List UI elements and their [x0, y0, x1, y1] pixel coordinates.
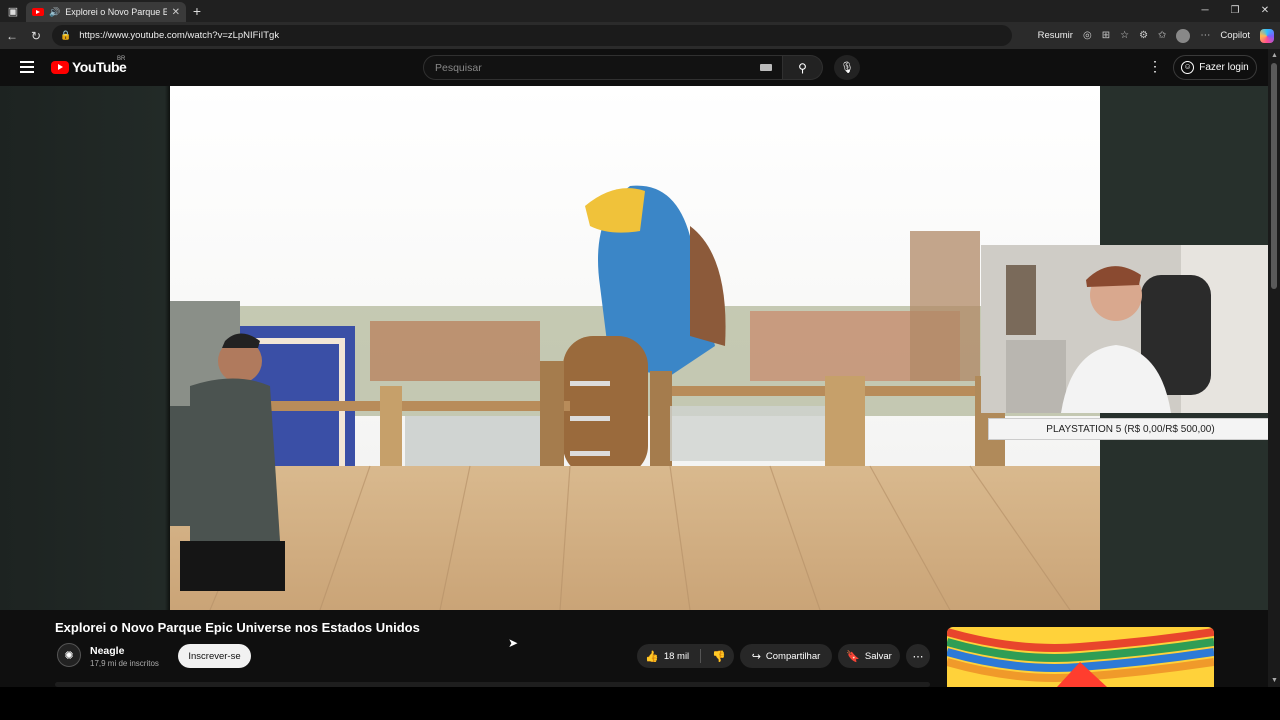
- goal-badge: PLAYSTATION 5 (R$ 0,00/R$ 500,00): [988, 418, 1273, 440]
- scroll-up-icon[interactable]: ▲: [1271, 52, 1278, 59]
- more-horizontal-icon: ⋯: [912, 650, 924, 663]
- url-field[interactable]: 🔒 https://www.youtube.com/watch?v=zLpNIF…: [52, 25, 1012, 46]
- video-title: Explorei o Novo Parque Epic Universe nos…: [55, 620, 420, 635]
- browser-tab[interactable]: 🔊 Explorei o Novo Parque Epic ✕: [26, 2, 186, 22]
- browser-tab-bar: ▣ 🔊 Explorei o Novo Parque Epic ✕ + ─ ❐ …: [0, 0, 1280, 22]
- copilot-icon[interactable]: [1260, 28, 1274, 43]
- country-code: BR: [117, 56, 126, 62]
- reader-icon[interactable]: ◎: [1083, 30, 1092, 41]
- extensions-icon[interactable]: ⚙: [1139, 30, 1148, 41]
- video-player[interactable]: [170, 86, 1100, 610]
- menu-hamburger-icon[interactable]: [20, 61, 34, 73]
- subscribe-button[interactable]: Inscrever-se: [178, 644, 251, 668]
- save-label: Salvar: [864, 650, 892, 662]
- apps-icon[interactable]: ⊞: [1102, 30, 1110, 41]
- bookmark-icon: 🔖: [846, 650, 860, 663]
- search-button[interactable]: ⚲: [783, 55, 823, 80]
- close-tab-icon[interactable]: ✕: [172, 7, 180, 18]
- settings-kebab-icon[interactable]: ⋮: [1148, 58, 1162, 75]
- address-bar-row: ← ↻ 🔒 https://www.youtube.com/watch?v=zL…: [0, 22, 1280, 49]
- window-controls: ─ ❐ ✕: [1190, 0, 1280, 22]
- like-divider: [700, 649, 702, 663]
- webcam-overlay: [981, 245, 1280, 413]
- restore-icon[interactable]: ❐: [1220, 0, 1250, 22]
- browser-menu-icon[interactable]: ⋯: [1200, 30, 1210, 41]
- like-count[interactable]: 18 mil: [664, 651, 689, 662]
- new-tab-button[interactable]: +: [186, 3, 208, 19]
- favorites-icon[interactable]: ✩: [1158, 30, 1166, 41]
- search-input[interactable]: Pesquisar: [423, 55, 783, 80]
- profile-avatar-icon[interactable]: [1176, 28, 1191, 43]
- search-icon: ⚲: [798, 60, 807, 75]
- lock-icon[interactable]: 🔒: [60, 30, 71, 41]
- search-placeholder: Pesquisar: [435, 61, 482, 74]
- tab-title: Explorei o Novo Parque Epic: [65, 7, 167, 17]
- video-frame-image: [170, 86, 1100, 610]
- scrollbar-thumb[interactable]: [1271, 63, 1277, 289]
- close-window-icon[interactable]: ✕: [1250, 0, 1280, 22]
- webcam-image: [981, 245, 1280, 413]
- share-button[interactable]: ↪ Compartilhar: [740, 644, 832, 668]
- channel-name[interactable]: Neagle: [90, 645, 124, 657]
- url-text: https://www.youtube.com/watch?v=zLpNIFiI…: [79, 30, 280, 41]
- summarize-button[interactable]: Resumir: [1038, 30, 1073, 41]
- like-icon[interactable]: 👍: [645, 650, 659, 663]
- login-label: Fazer login: [1199, 62, 1249, 73]
- youtube-favicon-icon: [32, 8, 44, 16]
- tab-actions-icon[interactable]: ▣: [0, 0, 26, 22]
- youtube-header: YouTube BR Pesquisar ⚲ 🎙 ⋮ ☺ Fazer login: [0, 49, 1268, 86]
- keyboard-icon[interactable]: [760, 64, 772, 71]
- copilot-button[interactable]: Copilot: [1220, 30, 1250, 41]
- share-label: Compartilhar: [765, 650, 821, 662]
- youtube-logo[interactable]: YouTube BR: [51, 56, 127, 75]
- refresh-icon[interactable]: ↻: [24, 29, 48, 43]
- speaker-icon[interactable]: 🔊: [49, 7, 60, 18]
- page-scrollbar[interactable]: ▲ ▼: [1268, 49, 1280, 687]
- mouse-cursor-icon: ➤: [508, 636, 519, 650]
- back-icon[interactable]: ←: [0, 29, 24, 43]
- login-button[interactable]: ☺ Fazer login: [1173, 55, 1257, 80]
- minimize-icon[interactable]: ─: [1190, 0, 1220, 22]
- youtube-play-logo-icon: [51, 60, 69, 74]
- address-bar-tools: Resumir ◎ ⊞ ☆ ⚙ ✩ ⋯ Copilot: [1038, 25, 1274, 46]
- save-button[interactable]: 🔖 Salvar: [838, 644, 900, 668]
- like-dislike-group: 👍 18 mil 👎: [637, 644, 734, 668]
- favorite-star-icon[interactable]: ☆: [1120, 30, 1129, 41]
- share-icon: ↪: [751, 650, 761, 663]
- subscriber-count: 17,9 mi de inscritos: [90, 659, 159, 668]
- thumbnail-image: [947, 627, 1214, 687]
- channel-avatar[interactable]: ✺: [57, 643, 81, 667]
- screen-bottom-bar: [0, 687, 1280, 720]
- scroll-down-icon[interactable]: ▼: [1271, 677, 1278, 684]
- account-circle-icon: ☺: [1181, 61, 1195, 74]
- recommended-video-thumbnail[interactable]: [947, 627, 1214, 687]
- more-actions-button[interactable]: ⋯: [906, 644, 930, 668]
- microphone-icon: 🎙: [840, 62, 854, 74]
- dislike-icon[interactable]: 👎: [712, 650, 726, 663]
- voice-search-button[interactable]: 🎙: [834, 55, 860, 80]
